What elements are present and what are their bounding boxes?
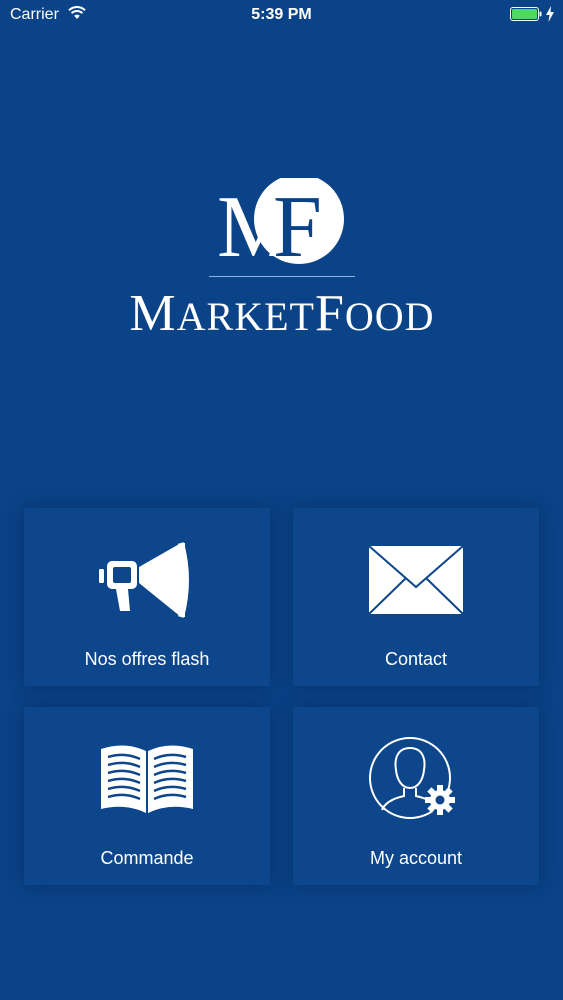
battery-icon	[510, 7, 542, 21]
monogram-letter-f: F	[273, 179, 322, 268]
open-book-icon	[101, 745, 193, 813]
wordmark-initial-f: F	[314, 285, 345, 342]
charging-bolt-icon	[546, 6, 554, 22]
logo-wordmark: MARKETFOOD	[97, 286, 467, 345]
wordmark-arket: ARKET	[176, 294, 315, 339]
envelope-icon	[368, 545, 464, 615]
commande-tile[interactable]: Commande	[24, 707, 270, 885]
wordmark-ood: OOD	[344, 294, 435, 339]
mf-monogram: M F	[217, 178, 344, 268]
tile-label: My account	[369, 848, 463, 868]
user-settings-icon	[369, 737, 455, 819]
tile-label: Contact	[384, 649, 448, 669]
tile-label: Commande	[100, 848, 194, 868]
status-time: 5:39 PM	[251, 6, 312, 23]
tile-label: Nos offres flash	[84, 649, 210, 669]
status-bar: Carrier 5:39 PM	[0, 0, 563, 30]
wordmark-initial-m: M	[129, 285, 177, 342]
offres-flash-tile[interactable]: Nos offres flash	[24, 508, 270, 686]
marketfood-logo: M F MARKETFOOD	[97, 178, 467, 342]
my-account-tile[interactable]: My account	[293, 707, 539, 885]
logo-divider	[209, 276, 355, 277]
megaphone-icon	[99, 542, 189, 618]
contact-tile[interactable]: Contact	[293, 508, 539, 686]
